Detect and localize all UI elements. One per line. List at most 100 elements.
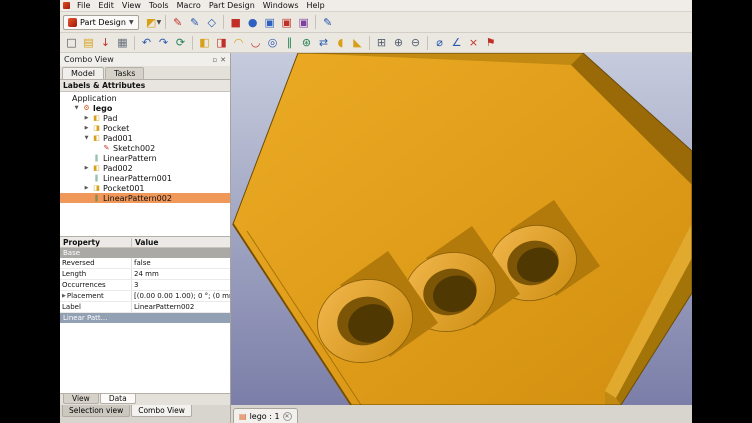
property-row-occurrences[interactable]: Occurrences3 [60,280,230,291]
3d-scene[interactable] [231,53,692,405]
menu-item-view[interactable]: View [118,1,145,10]
polar-pattern-icon[interactable]: ⊛ [298,34,315,51]
pad-icon[interactable]: ◧ [196,34,213,51]
expander-icon[interactable]: ▶ [83,165,90,171]
datum-pen-icon[interactable]: ✎ [319,14,336,31]
dock-tab-combo-view[interactable]: Combo View [131,405,192,417]
create-sketch-icon[interactable]: ✎ [169,14,186,31]
new-document-icon[interactable]: □ [63,34,80,51]
close-panel-icon[interactable]: ✕ [220,56,226,64]
tree-item-pocket001[interactable]: ▶◨Pocket001 [60,183,230,193]
expander-icon[interactable]: ▶ [83,115,90,121]
property-name: Label [60,302,132,312]
menu-item-part-design[interactable]: Part Design [205,1,259,10]
tree-item-linearpattern[interactable]: ∥LinearPattern [60,153,230,163]
tab-data[interactable]: Data [100,394,136,404]
menu-item-macro[interactable]: Macro [173,1,205,10]
groove-icon[interactable]: ◡ [247,34,264,51]
tree-item-sketch002[interactable]: ✎Sketch002 [60,143,230,153]
tree-item-pad002[interactable]: ▶◧Pad002 [60,163,230,173]
3d-viewport[interactable] [231,53,692,405]
menu-item-windows[interactable]: Windows [259,1,303,10]
property-row-length[interactable]: Length24 mm [60,269,230,280]
menu-item-tools[interactable]: Tools [145,1,173,10]
tree-item-linearpattern001[interactable]: ∥LinearPattern001 [60,173,230,183]
property-footer[interactable]: Linear Patt... [60,313,230,323]
property-value[interactable]: 3 [132,281,230,289]
zoom-in-icon[interactable]: ⊕ [390,34,407,51]
zoom-out-icon[interactable]: ⊖ [407,34,424,51]
property-header: Property Value [60,237,230,248]
fillet-icon[interactable]: ◖ [332,34,349,51]
property-row-reversed[interactable]: Reversedfalse [60,258,230,269]
tree-item-linearpattern002[interactable]: ∥LinearPattern002 [60,193,230,203]
measure-angle-icon[interactable]: ∠ [448,34,465,51]
property-value[interactable]: 24 mm [132,270,230,278]
property-name: ▶Placement [60,291,132,301]
tree-item-pad[interactable]: ▶◧Pad [60,113,230,123]
pad-icon: ◧ [92,114,101,122]
save-document-icon[interactable]: ↓ [97,34,114,51]
tab-view[interactable]: View [63,394,99,404]
close-icon[interactable]: ✕ [283,412,292,421]
redo-icon[interactable]: ↷ [155,34,172,51]
open-document-icon[interactable]: ▤ [80,34,97,51]
boolean-cut-icon[interactable]: ▣ [278,14,295,31]
document-tab-lego[interactable]: ▤ lego : 1 ✕ [233,408,298,423]
menu-bar: FileEditViewToolsMacroPart DesignWindows… [60,0,692,12]
chamfer-icon[interactable]: ◣ [349,34,366,51]
revolution-icon[interactable]: ◠ [230,34,247,51]
expander-icon[interactable]: ▼ [73,105,80,111]
linear-pattern-icon[interactable]: ∥ [281,34,298,51]
map-sketch-icon[interactable]: ◇ [203,14,220,31]
part-box-icon[interactable]: ■ [227,14,244,31]
clear-measure-icon[interactable]: × [465,34,482,51]
view-data-tabs: ViewData [60,393,230,405]
hole-icon[interactable]: ◎ [264,34,281,51]
boolean-union-icon[interactable]: ▣ [261,14,278,31]
property-group-base[interactable]: Base [60,248,230,258]
document-tab-bar: ▤ lego : 1 ✕ [231,405,692,423]
expander-icon[interactable]: ▶ [83,125,90,131]
menu-item-edit[interactable]: Edit [94,1,118,10]
create-body-icon-dropdown[interactable]: ▼ [157,19,162,26]
mirrored-icon[interactable]: ⇄ [315,34,332,51]
tree-item-pocket[interactable]: ▶◨Pocket [60,123,230,133]
undo-icon[interactable]: ↶ [138,34,155,51]
property-row-label[interactable]: LabelLinearPattern002 [60,302,230,313]
boolean-common-icon[interactable]: ▣ [295,14,312,31]
menu-item-help[interactable]: Help [303,1,329,10]
tab-tasks[interactable]: Tasks [105,67,144,79]
value-column-label: Value [132,238,230,247]
property-value[interactable]: false [132,259,230,267]
pocket-icon[interactable]: ◨ [213,34,230,51]
menu-item-file[interactable]: File [73,1,94,10]
combo-view-title: Combo View [64,55,114,64]
tree-item-label: Pad001 [103,134,133,143]
tree-item-pad001[interactable]: ▼◧Pad001 [60,133,230,143]
fit-all-icon[interactable]: ⊞ [373,34,390,51]
dock-tab-selection-view[interactable]: Selection view [62,405,130,417]
toolbar-separator [165,15,166,29]
expander-icon[interactable]: ▶ [83,185,90,191]
expander-icon[interactable]: ▶ [62,293,66,299]
measure-distance-icon[interactable]: ⌀ [431,34,448,51]
property-name: Reversed [60,258,132,268]
property-value[interactable]: [(0.00 0.00 1.00); 0 °; (0 mm 0 mm 0 ... [132,292,230,300]
workbench-icon [68,18,77,27]
expander-icon[interactable]: ▼ [83,135,90,141]
workbench-selector[interactable]: Part Design ▼ [63,15,139,30]
part-cylinder-icon[interactable]: ● [244,14,261,31]
tab-model[interactable]: Model [62,67,104,79]
float-panel-icon[interactable]: ▫ [212,56,217,64]
tree-item-application[interactable]: Application [60,93,230,103]
property-row-placement[interactable]: ▶Placement[(0.00 0.00 1.00); 0 °; (0 mm … [60,291,230,302]
prop-rows: ReversedfalseLength24 mmOccurrences3▶Pla… [60,258,230,313]
tree-item-lego[interactable]: ▼⚙lego [60,103,230,113]
flag-icon[interactable]: ⚑ [482,34,499,51]
property-value[interactable]: LinearPattern002 [132,303,230,311]
refresh-icon[interactable]: ⟳ [172,34,189,51]
menubar-items: FileEditViewToolsMacroPart DesignWindows… [73,1,329,10]
edit-sketch-icon[interactable]: ✎ [186,14,203,31]
print-icon[interactable]: ▦ [114,34,131,51]
